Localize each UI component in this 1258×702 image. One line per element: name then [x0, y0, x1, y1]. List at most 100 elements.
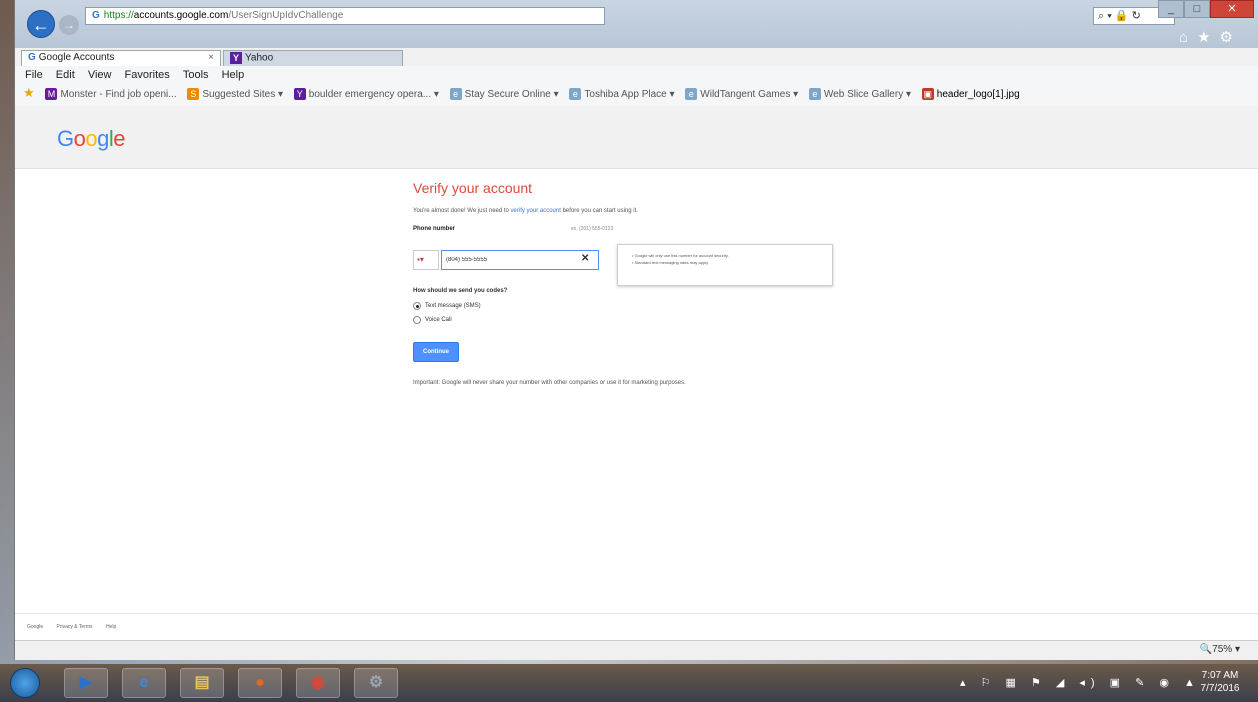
- logo-letter: G: [57, 126, 74, 151]
- tooltip-text: Google will only use this number for acc…: [634, 253, 729, 258]
- menu-tools[interactable]: Tools: [183, 66, 209, 84]
- zoom-control[interactable]: 🔍75% ▾: [1200, 644, 1240, 655]
- favorite-wildtangent[interactable]: e WildTangent Games ▾: [685, 84, 798, 106]
- browser-window: ← → Ghttps://accounts.google.com/UserSig…: [14, 0, 1258, 660]
- footer-privacy-terms[interactable]: Privacy & Terms: [57, 614, 93, 640]
- tab-row: G Google Accounts × Y Yahoo: [15, 48, 1258, 66]
- menu-view[interactable]: View: [88, 66, 112, 84]
- favorite-label: Suggested Sites ▾: [202, 89, 284, 100]
- tab-close-icon[interactable]: ×: [208, 52, 214, 63]
- media-player-icon[interactable]: ▶: [64, 668, 108, 698]
- tooltip-line: • Google will only use this number for a…: [632, 253, 729, 258]
- tab-yahoo[interactable]: Y Yahoo: [223, 50, 403, 66]
- forward-button[interactable]: →: [59, 15, 79, 35]
- chrome-icon[interactable]: ◉: [296, 668, 340, 698]
- favorite-label: Monster - Find job openi...: [60, 89, 177, 100]
- maximize-button[interactable]: □: [1184, 0, 1210, 18]
- yahoo-icon: Y: [230, 52, 242, 64]
- menu-file[interactable]: File: [25, 66, 43, 84]
- favorite-boulder-emergency[interactable]: Yboulder emergency opera... ▾: [293, 84, 439, 106]
- intro-before: You're almost done! We just need to: [413, 208, 511, 214]
- favorite-suggested-sites[interactable]: S Suggested Sites ▾: [187, 84, 283, 106]
- favorite-header-logo[interactable]: ▣ header_logo[1].jpg: [921, 84, 1020, 106]
- menu-favorites[interactable]: Favorites: [125, 66, 170, 84]
- favorite-monster[interactable]: M Monster - Find job openi...: [45, 84, 177, 106]
- tooltip-text: Standard text messaging rates may apply.: [634, 260, 709, 265]
- internet-explorer-icon[interactable]: e: [122, 668, 166, 698]
- phone-label-row: Phone number ex. (201) 555-0123: [413, 226, 843, 246]
- page-footer: Google Privacy & Terms Help: [15, 613, 1258, 640]
- intro-text: You're almost done! We just need to veri…: [413, 208, 843, 214]
- browser-tool-icons[interactable]: ⌂★⚙: [1179, 28, 1242, 46]
- radio-text-message[interactable]: Text message (SMS): [413, 302, 843, 310]
- tab-google-accounts[interactable]: G Google Accounts ×: [21, 50, 221, 66]
- google-tab-icon: G: [28, 52, 36, 63]
- footer-help[interactable]: Help: [106, 614, 116, 640]
- favorite-label: header_logo[1].jpg: [936, 89, 1020, 100]
- taskbar-clock[interactable]: 7:07 AM 7/7/2016: [1192, 669, 1248, 695]
- back-button[interactable]: ←: [27, 10, 55, 38]
- page-header: Google: [15, 106, 1258, 169]
- close-button[interactable]: ✕: [1210, 0, 1254, 18]
- firefox-icon[interactable]: ●: [238, 668, 282, 698]
- tooltip-line: • Standard text messaging rates may appl…: [632, 260, 709, 265]
- phone-input-row: ▪▾ ✕ • Google will only use this number …: [413, 244, 843, 286]
- favorite-label: boulder emergency opera... ▾: [308, 89, 439, 100]
- favorite-web-slice[interactable]: e Web Slice Gallery ▾: [808, 84, 911, 106]
- clear-icon[interactable]: ✕: [581, 253, 589, 264]
- yahoo-icon: Y: [293, 88, 306, 101]
- file-explorer-icon[interactable]: ▤: [180, 668, 224, 698]
- minimize-button[interactable]: _: [1158, 0, 1184, 18]
- menu-edit[interactable]: Edit: [56, 66, 75, 84]
- system-tray[interactable]: ▴ ⚐ ▦ ⚑ ◢ ◂) ▣ ✎ ◉ ▲: [960, 676, 1201, 689]
- image-icon: ▣: [921, 88, 934, 101]
- google-favicon-icon: G: [92, 10, 100, 21]
- window-controls: _ □ ✕: [1158, 0, 1254, 20]
- page-title: Verify your account: [413, 180, 533, 196]
- settings-icon[interactable]: ⚙: [354, 668, 398, 698]
- monster-icon: M: [45, 88, 58, 101]
- radio-label: Text message (SMS): [425, 303, 481, 309]
- favorite-toshiba[interactable]: e Toshiba App Place ▾: [569, 84, 675, 106]
- tab-label: Google Accounts: [38, 52, 115, 63]
- google-logo[interactable]: Google: [57, 126, 126, 152]
- search-dropdown-icon[interactable]: ⌕ ▾ 🔒 ↻: [1098, 10, 1141, 22]
- tab-label: Yahoo: [245, 52, 274, 64]
- status-bar: 🔍75% ▾: [15, 640, 1258, 660]
- radio-unselected-icon[interactable]: [413, 316, 421, 324]
- method-label: How should we send you codes?: [413, 288, 508, 294]
- logo-letter: e: [113, 126, 126, 151]
- start-button[interactable]: [10, 668, 40, 698]
- menu-bar: File Edit View Favorites Tools Help: [15, 66, 1258, 85]
- radio-label: Voice Call: [425, 317, 452, 323]
- radio-selected-icon[interactable]: [413, 302, 421, 310]
- phone-example: ex. (201) 555-0123: [571, 226, 614, 232]
- footer-google[interactable]: Google: [27, 614, 43, 640]
- title-bar: ← → Ghttps://accounts.google.com/UserSig…: [15, 0, 1258, 48]
- ie-page-icon: e: [808, 88, 821, 101]
- address-bar[interactable]: Ghttps://accounts.google.com/UserSignUpI…: [85, 7, 605, 25]
- verify-account-link[interactable]: verify your account: [511, 208, 561, 214]
- clock-date: 7/7/2016: [1200, 683, 1240, 694]
- favorites-bar: ★ M Monster - Find job openi... S Suggeste…: [15, 84, 1258, 107]
- suggested-sites-icon: S: [187, 88, 200, 101]
- favorite-label: Stay Secure Online ▾: [464, 89, 559, 100]
- favorite-label: Web Slice Gallery ▾: [823, 89, 911, 100]
- url-path: /UserSignUpIdvChallenge: [228, 10, 344, 21]
- phone-tooltip: • Google will only use this number for a…: [617, 244, 833, 286]
- url-host: accounts.google.com: [133, 10, 229, 21]
- ie-page-icon: e: [449, 88, 462, 101]
- logo-letter: o: [73, 126, 86, 151]
- phone-input[interactable]: [441, 250, 599, 270]
- menu-help[interactable]: Help: [222, 66, 245, 84]
- favorite-stay-secure[interactable]: e Stay Secure Online ▾: [449, 84, 559, 106]
- continue-button[interactable]: Continue: [413, 342, 459, 362]
- radio-voice-call[interactable]: Voice Call: [413, 316, 843, 324]
- favorite-label: Toshiba App Place ▾: [584, 89, 675, 100]
- favorite-label: WildTangent Games ▾: [700, 89, 799, 100]
- country-select[interactable]: ▪▾: [413, 250, 439, 270]
- ie-page-icon: e: [569, 88, 582, 101]
- phone-label: Phone number: [413, 226, 456, 232]
- favorites-star-icon[interactable]: ★: [23, 85, 35, 100]
- taskbar: ▶ e ▤ ● ◉ ⚙ ▴ ⚐ ▦ ⚑ ◢ ◂) ▣ ✎ ◉ ▲ 7:07 AM…: [0, 664, 1258, 702]
